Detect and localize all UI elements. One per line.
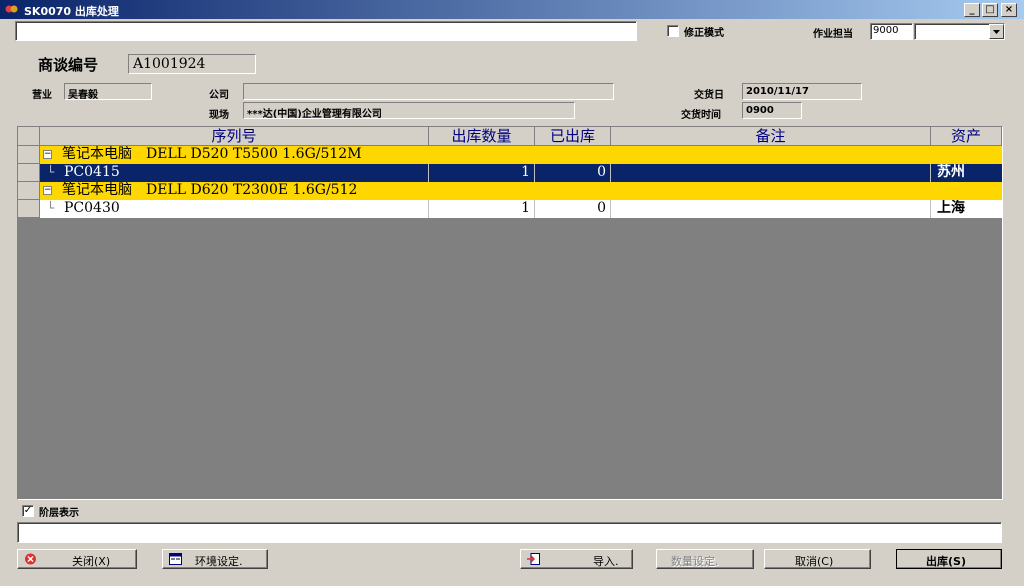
cell-note[interactable]	[611, 200, 931, 218]
operator-code-field[interactable]: 9000	[870, 23, 913, 40]
close-button-label: 关闭(X)	[72, 555, 111, 568]
group-row[interactable]: − 笔记本电脑 DELL D520 T5500 1.6G/512M	[18, 146, 1002, 164]
cell-shipped[interactable]: 0	[535, 164, 611, 182]
hierarchy-checkbox[interactable]: ✓	[22, 505, 34, 517]
ship-button[interactable]: 出库(S)	[896, 549, 1002, 569]
site-value: ***达(中国)企业管理有限公司	[247, 109, 382, 119]
ship-label: 出库(S)	[926, 555, 966, 568]
maximize-button[interactable]: □	[982, 3, 998, 17]
import-label: 导入.	[593, 555, 619, 568]
col-header-serial[interactable]: 序列号	[40, 127, 429, 146]
sales-value: 吴春毅	[68, 90, 98, 100]
close-button[interactable]: 关闭(X)	[17, 549, 137, 569]
deal-no-field: A1001924	[128, 54, 256, 74]
deal-no-value: A1001924	[133, 56, 206, 72]
delivery-time-label: 交货时间	[681, 110, 721, 121]
row-selector[interactable]	[18, 200, 40, 218]
col-header-qty[interactable]: 出库数量	[429, 127, 535, 146]
title-bar[interactable]: SK0070 出库处理 _ □ ×	[0, 0, 1024, 19]
cell-qty[interactable]: 1	[429, 164, 535, 182]
import-icon	[527, 553, 540, 565]
company-field	[243, 83, 614, 100]
cancel-label: 取消(C)	[795, 555, 834, 568]
table-row[interactable]: └ PC0430 1 0 上海	[18, 200, 1002, 218]
cell-asset[interactable]: 上海	[931, 200, 1002, 218]
delivery-date-label: 交货日	[694, 90, 724, 101]
row-selector[interactable]	[18, 146, 40, 164]
delivery-time-value: 0900	[746, 105, 774, 116]
close-window-button[interactable]: ×	[1001, 3, 1017, 17]
row-selector[interactable]	[18, 182, 40, 200]
col-header-asset[interactable]: 资产	[931, 127, 1002, 146]
qty-setting-button[interactable]: 数量设定.	[656, 549, 754, 569]
shipment-grid[interactable]: 序列号 出库数量 已出库 备注 资产 − 笔记本电脑 DELL D520 T55…	[17, 126, 1003, 500]
site-label: 现场	[209, 110, 229, 121]
chevron-down-icon	[993, 30, 1000, 34]
group-row[interactable]: − 笔记本电脑 DELL D620 T2300E 1.6G/512	[18, 182, 1002, 200]
dropdown-button[interactable]	[989, 24, 1004, 39]
env-settings-label: 环境设定.	[195, 555, 243, 568]
correction-mode-label: 修正模式	[684, 28, 724, 39]
delivery-time-field: 0900	[742, 102, 802, 119]
group-title: 笔记本电脑 DELL D520 T5500 1.6G/512M	[62, 146, 362, 162]
cell-shipped[interactable]: 0	[535, 200, 611, 218]
operator-select[interactable]	[914, 23, 1005, 40]
scan-input[interactable]	[15, 21, 637, 41]
sales-field: 吴春毅	[64, 83, 152, 100]
company-label: 公司	[209, 90, 229, 101]
delivery-date-value: 2010/11/17	[746, 86, 809, 97]
cell-serial[interactable]: PC0430	[40, 200, 429, 218]
deal-no-label: 商谈编号	[38, 56, 99, 74]
app-icon	[5, 5, 18, 13]
collapse-icon[interactable]: −	[43, 150, 52, 159]
sales-label: 营业	[32, 90, 52, 101]
operator-label: 作业担当	[813, 29, 853, 40]
cell-serial[interactable]: PC0415	[40, 164, 429, 182]
settings-window-icon	[169, 553, 182, 565]
col-header-note[interactable]: 备注	[611, 127, 931, 146]
group-title: 笔记本电脑 DELL D620 T2300E 1.6G/512	[62, 182, 358, 198]
message-field	[17, 522, 1002, 543]
window-title: SK0070 出库处理	[24, 5, 119, 18]
cell-note[interactable]	[611, 164, 931, 182]
qty-setting-label: 数量设定.	[671, 555, 719, 568]
env-settings-button[interactable]: 环境设定.	[162, 549, 268, 569]
cancel-button[interactable]: 取消(C)	[764, 549, 871, 569]
minimize-button[interactable]: _	[964, 3, 980, 17]
delivery-date-field: 2010/11/17	[742, 83, 862, 100]
close-circle-icon	[25, 553, 36, 565]
cell-qty[interactable]: 1	[429, 200, 535, 218]
correction-mode-checkbox[interactable]	[667, 25, 679, 37]
grid-corner	[18, 127, 40, 146]
table-row[interactable]: └ PC0415 1 0 苏州	[18, 164, 1002, 182]
operator-code-value: 9000	[873, 25, 899, 36]
row-selector[interactable]	[18, 164, 40, 182]
cell-asset[interactable]: 苏州	[931, 164, 1002, 182]
collapse-icon[interactable]: −	[43, 186, 52, 195]
hierarchy-label: 阶层表示	[39, 508, 79, 519]
site-field: ***达(中国)企业管理有限公司	[243, 102, 575, 119]
col-header-shipped[interactable]: 已出库	[535, 127, 611, 146]
import-button[interactable]: 导入.	[520, 549, 633, 569]
